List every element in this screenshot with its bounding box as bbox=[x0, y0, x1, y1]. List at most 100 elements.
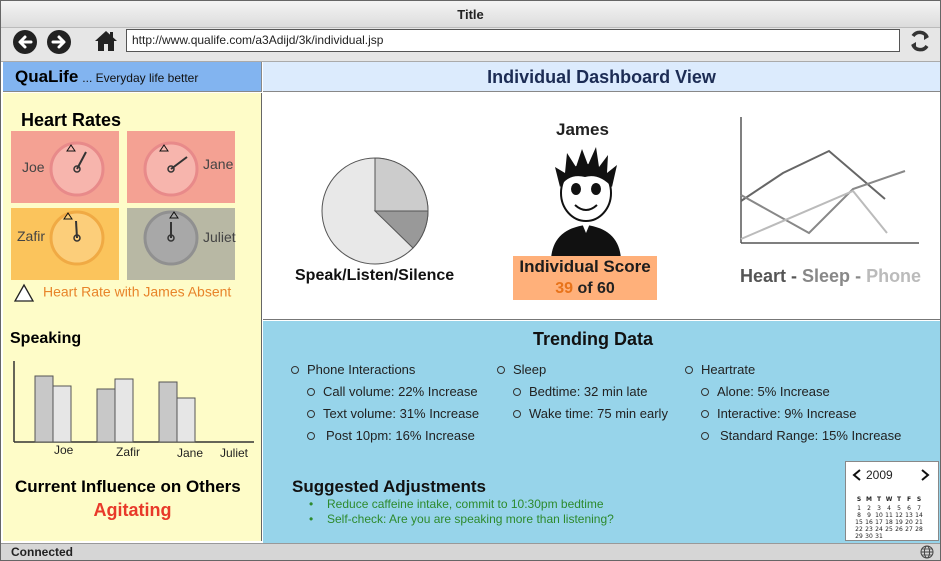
calendar-day[interactable]: 15 bbox=[854, 519, 864, 526]
calendar-day[interactable]: 22 bbox=[854, 526, 864, 533]
calendar-day[interactable]: 9 bbox=[864, 512, 874, 519]
heart-sleep-phone-line-chart[interactable] bbox=[737, 115, 921, 251]
calendar-day[interactable]: 8 bbox=[854, 512, 864, 519]
calendar-day[interactable]: 11 bbox=[884, 512, 894, 519]
trend-item: Interactive: 9% Increase bbox=[701, 406, 901, 421]
calendar-day[interactable]: 2 bbox=[864, 505, 874, 512]
calendar-day[interactable]: 27 bbox=[904, 526, 914, 533]
adjustment-item: Self-check: Are you are speaking more th… bbox=[309, 512, 614, 527]
calendar-day[interactable] bbox=[884, 533, 894, 540]
calendar-day[interactable]: 23 bbox=[864, 526, 874, 533]
trend-heading: Heartrate bbox=[685, 362, 901, 377]
calendar-day[interactable] bbox=[904, 533, 914, 540]
calendar-day[interactable]: 7 bbox=[914, 505, 924, 512]
trend-item: Call volume: 22% Increase bbox=[307, 384, 479, 399]
home-button[interactable] bbox=[94, 29, 118, 53]
heart-rate-gauge-zafir[interactable]: Zafir bbox=[11, 208, 119, 280]
calendar-day[interactable]: 17 bbox=[874, 519, 884, 526]
forward-button[interactable] bbox=[47, 30, 71, 54]
brand-name[interactable]: QuaLife bbox=[15, 67, 78, 86]
trend-heading: Sleep bbox=[497, 362, 668, 377]
trending-panel: Trending Data Phone Interactions Call vo… bbox=[263, 321, 940, 543]
influence-title: Current Influence on Others bbox=[15, 477, 241, 496]
calendar-day[interactable]: 5 bbox=[894, 505, 904, 512]
chevron-left-icon[interactable] bbox=[852, 469, 862, 481]
globe-icon bbox=[920, 545, 934, 559]
speaking-bar bbox=[96, 388, 116, 443]
speak-listen-silence-pie-chart[interactable] bbox=[319, 155, 431, 267]
heart-rate-gauge-joe[interactable]: Joe bbox=[11, 131, 119, 203]
heart-rate-gauge-juliet[interactable]: Juliet bbox=[127, 208, 236, 280]
calendar-day[interactable]: 16 bbox=[864, 519, 874, 526]
score-label: Individual Score bbox=[519, 257, 651, 276]
calendar-day[interactable]: 4 bbox=[884, 505, 894, 512]
avatar[interactable] bbox=[545, 143, 627, 259]
weekday-label: F bbox=[906, 496, 912, 503]
browser-window: Title http://www.qualife.com/a3Adijd/3k/… bbox=[0, 0, 941, 561]
trend-item: Wake time: 75 min early bbox=[513, 406, 668, 421]
calendar-day[interactable] bbox=[894, 533, 904, 540]
calendar-day[interactable]: 12 bbox=[894, 512, 904, 519]
calendar-day[interactable]: 1 bbox=[854, 505, 864, 512]
calendar-day[interactable]: 26 bbox=[894, 526, 904, 533]
calendar-day[interactable]: 3 bbox=[874, 505, 884, 512]
adjustment-item: Reduce caffeine intake, commit to 10:30p… bbox=[309, 497, 614, 512]
weekday-label: W bbox=[885, 496, 893, 503]
weekday-label: M bbox=[866, 496, 872, 503]
person-name: James bbox=[556, 120, 609, 139]
calendar-day[interactable]: 24 bbox=[874, 526, 884, 533]
line-series-phone bbox=[740, 189, 888, 240]
calendar-widget: 2009 S M T W T F S 1234567 8 9 10 11 12 13 14 … bbox=[845, 461, 939, 541]
trend-item: Text volume: 31% Increase bbox=[307, 406, 479, 421]
speaking-bar bbox=[52, 385, 72, 443]
calendar-day[interactable]: 20 bbox=[904, 519, 914, 526]
refresh-button[interactable] bbox=[907, 28, 933, 54]
calendar-day[interactable]: 21 bbox=[914, 519, 924, 526]
calendar-day[interactable]: 19 bbox=[894, 519, 904, 526]
calendar-weekday-row: S M T W T F S bbox=[854, 496, 924, 503]
trend-column-heartrate: Heartrate Alone: 5% Increase Interactive… bbox=[685, 362, 901, 450]
calendar-day[interactable] bbox=[914, 533, 924, 540]
score-max: of 60 bbox=[577, 280, 615, 297]
refresh-icon bbox=[911, 30, 929, 52]
calendar-day[interactable]: 28 bbox=[914, 526, 924, 533]
heart-rates-title: Heart Rates bbox=[21, 110, 122, 130]
calendar-day[interactable]: 18 bbox=[884, 519, 894, 526]
speaking-x-label: Jane bbox=[177, 446, 204, 460]
influence-value: Agitating bbox=[93, 500, 172, 520]
calendar-day[interactable]: 14 bbox=[914, 512, 924, 519]
individual-score-card: Individual Score 39 of 60 bbox=[513, 256, 657, 300]
trend-item: Alone: 5% Increase bbox=[701, 384, 901, 399]
calendar-week-row: 15 16 17 18 19 20 21 bbox=[854, 519, 924, 526]
legend-heart: Heart bbox=[740, 266, 787, 286]
calendar-day[interactable]: 30 bbox=[864, 533, 874, 540]
calendar-day[interactable]: 31 bbox=[874, 533, 884, 540]
heart-rate-gauge-jane[interactable]: Jane bbox=[127, 131, 235, 203]
brand-tagline: ... Everyday life better bbox=[82, 71, 199, 85]
browser-toolbar: http://www.qualife.com/a3Adijd/3k/indivi… bbox=[1, 28, 940, 62]
calendar-day[interactable]: 6 bbox=[904, 505, 914, 512]
trend-column-phone: Phone Interactions Call volume: 22% Incr… bbox=[291, 362, 479, 450]
speaking-bar bbox=[34, 375, 54, 443]
calendar-day[interactable]: 25 bbox=[884, 526, 894, 533]
address-bar[interactable]: http://www.qualife.com/a3Adijd/3k/indivi… bbox=[126, 29, 900, 52]
calendar-week-row: 1234567 bbox=[854, 505, 924, 512]
legend-separator: - bbox=[850, 266, 867, 286]
calendar-day[interactable]: 10 bbox=[874, 512, 884, 519]
overview-panel: Speak/Listen/Silence James Individual Sc… bbox=[263, 93, 940, 320]
chevron-right-icon[interactable] bbox=[920, 469, 930, 481]
window-title: Title bbox=[1, 1, 940, 28]
status-bar: Connected bbox=[1, 543, 940, 560]
speaking-x-label: Zafir bbox=[116, 445, 140, 459]
suggested-adjustments-title: Suggested Adjustments bbox=[292, 477, 486, 496]
trend-heading: Phone Interactions bbox=[291, 362, 479, 377]
gauge-label: Zafir bbox=[17, 228, 45, 244]
calendar-day[interactable]: 13 bbox=[904, 512, 914, 519]
weekday-label: S bbox=[856, 496, 862, 503]
speaking-title: Speaking bbox=[10, 330, 82, 347]
calendar-day[interactable]: 29 bbox=[854, 533, 864, 540]
gauge-label: Juliet bbox=[203, 229, 236, 245]
suggested-adjustments-list: Reduce caffeine intake, commit to 10:30p… bbox=[309, 497, 614, 527]
trend-column-sleep: Sleep Bedtime: 32 min late Wake time: 75… bbox=[497, 362, 668, 428]
back-button[interactable] bbox=[13, 30, 37, 54]
